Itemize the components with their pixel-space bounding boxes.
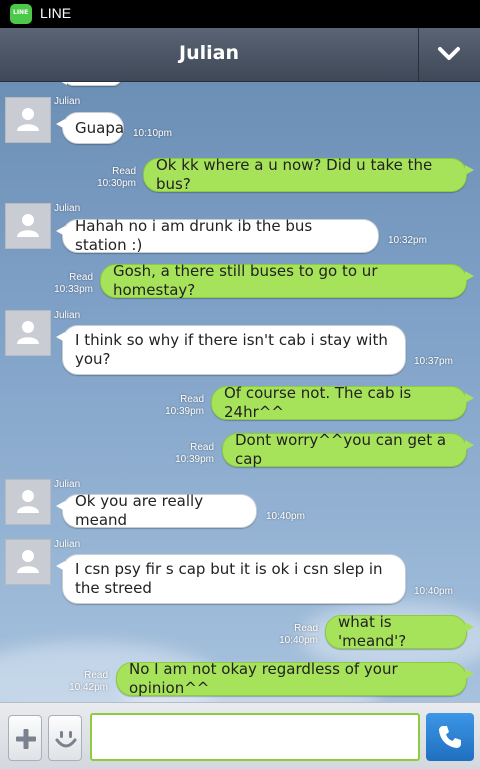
avatar[interactable] — [5, 203, 51, 249]
sender-name: Julian — [54, 203, 81, 214]
person-icon — [17, 214, 39, 237]
message-time: 10:40pm — [414, 586, 453, 597]
phone-icon — [439, 726, 461, 748]
message-time: 10:39pm — [165, 406, 204, 417]
sender-name: Julian — [54, 479, 81, 490]
smiley-icon — [55, 731, 77, 748]
outgoing-message-bubble[interactable]: what is 'meand'? — [325, 613, 474, 650]
message-composer — [0, 702, 480, 769]
message-time: 10:37pm — [414, 356, 453, 367]
outgoing-message-bubble[interactable]: Of course not. The cab is 24hr^^ — [211, 384, 474, 421]
emoji-button[interactable] — [48, 715, 82, 761]
message-meta: Read 10:39pm — [166, 442, 214, 466]
plus-icon — [16, 729, 36, 749]
attach-button[interactable] — [8, 715, 42, 761]
outgoing-message-bubble[interactable]: No I am not okay regardless of your opin… — [116, 660, 474, 697]
message-time: 10:40pm — [279, 635, 318, 646]
previous-message-bubble[interactable] — [58, 82, 122, 86]
avatar[interactable] — [5, 539, 51, 585]
read-status: Read — [180, 394, 204, 405]
avatar[interactable] — [5, 97, 51, 143]
line-app-icon-text: LINE — [13, 9, 29, 16]
chat-header: Julian — [0, 28, 480, 82]
avatar[interactable] — [5, 310, 51, 356]
message-time: 10:30pm — [97, 178, 136, 189]
chat-menu-button[interactable] — [419, 28, 480, 81]
sender-name: Julian — [54, 310, 81, 321]
sender-name: Julian — [54, 96, 81, 107]
incoming-message-bubble[interactable]: Guapa — [56, 112, 124, 144]
line-app-icon: LINE — [10, 4, 32, 24]
message-meta: Read 10:33pm — [45, 272, 93, 296]
message-time: 10:10pm — [133, 128, 172, 139]
incoming-message-bubble[interactable]: Ok you are really meand — [56, 492, 257, 529]
read-status: Read — [112, 166, 136, 177]
person-icon — [17, 550, 39, 573]
call-button[interactable] — [426, 713, 474, 761]
message-meta: Read 10:39pm — [156, 394, 204, 418]
person-icon — [17, 108, 39, 131]
incoming-message-bubble[interactable]: Hahah no i am drunk ib the bus station :… — [56, 217, 379, 254]
chevron-down-icon — [438, 47, 460, 60]
sender-name: Julian — [54, 539, 81, 550]
incoming-message-bubble[interactable]: I csn psy fir s cap but it is ok i csn s… — [56, 554, 406, 604]
message-time: 10:32pm — [388, 235, 427, 246]
person-icon — [17, 321, 39, 344]
message-time: 10:33pm — [54, 284, 93, 295]
outgoing-message-bubble[interactable]: Dont worry^^you can get a cap — [222, 431, 474, 468]
chat-message-list[interactable]: Julian Guapa 10:10pm Read 10:30pm Ok kk … — [0, 82, 480, 702]
read-status: Read — [294, 623, 318, 634]
read-status: Read — [84, 670, 108, 681]
incoming-message-bubble[interactable]: I think so why if there isn't cab i stay… — [56, 325, 406, 375]
chat-title: Julian — [179, 42, 239, 64]
message-time: 10:40pm — [266, 511, 305, 522]
read-status: Read — [190, 442, 214, 453]
outgoing-message-bubble[interactable]: Gosh, a there still buses to go to ur ho… — [100, 262, 474, 299]
message-time: 10:42pm — [69, 682, 108, 693]
avatar[interactable] — [5, 479, 51, 525]
message-meta: Read 10:30pm — [88, 166, 136, 190]
message-meta: Read 10:40pm — [270, 623, 318, 647]
read-status: Read — [69, 272, 93, 283]
person-icon — [17, 490, 39, 513]
status-app-label: LINE — [40, 5, 72, 21]
message-input[interactable] — [90, 713, 420, 761]
outgoing-message-bubble[interactable]: Ok kk where a u now? Did u take the bus? — [143, 156, 474, 193]
status-bar: LINE LINE — [0, 0, 480, 28]
message-meta: Read 10:42pm — [60, 670, 108, 694]
message-time: 10:39pm — [175, 454, 214, 465]
